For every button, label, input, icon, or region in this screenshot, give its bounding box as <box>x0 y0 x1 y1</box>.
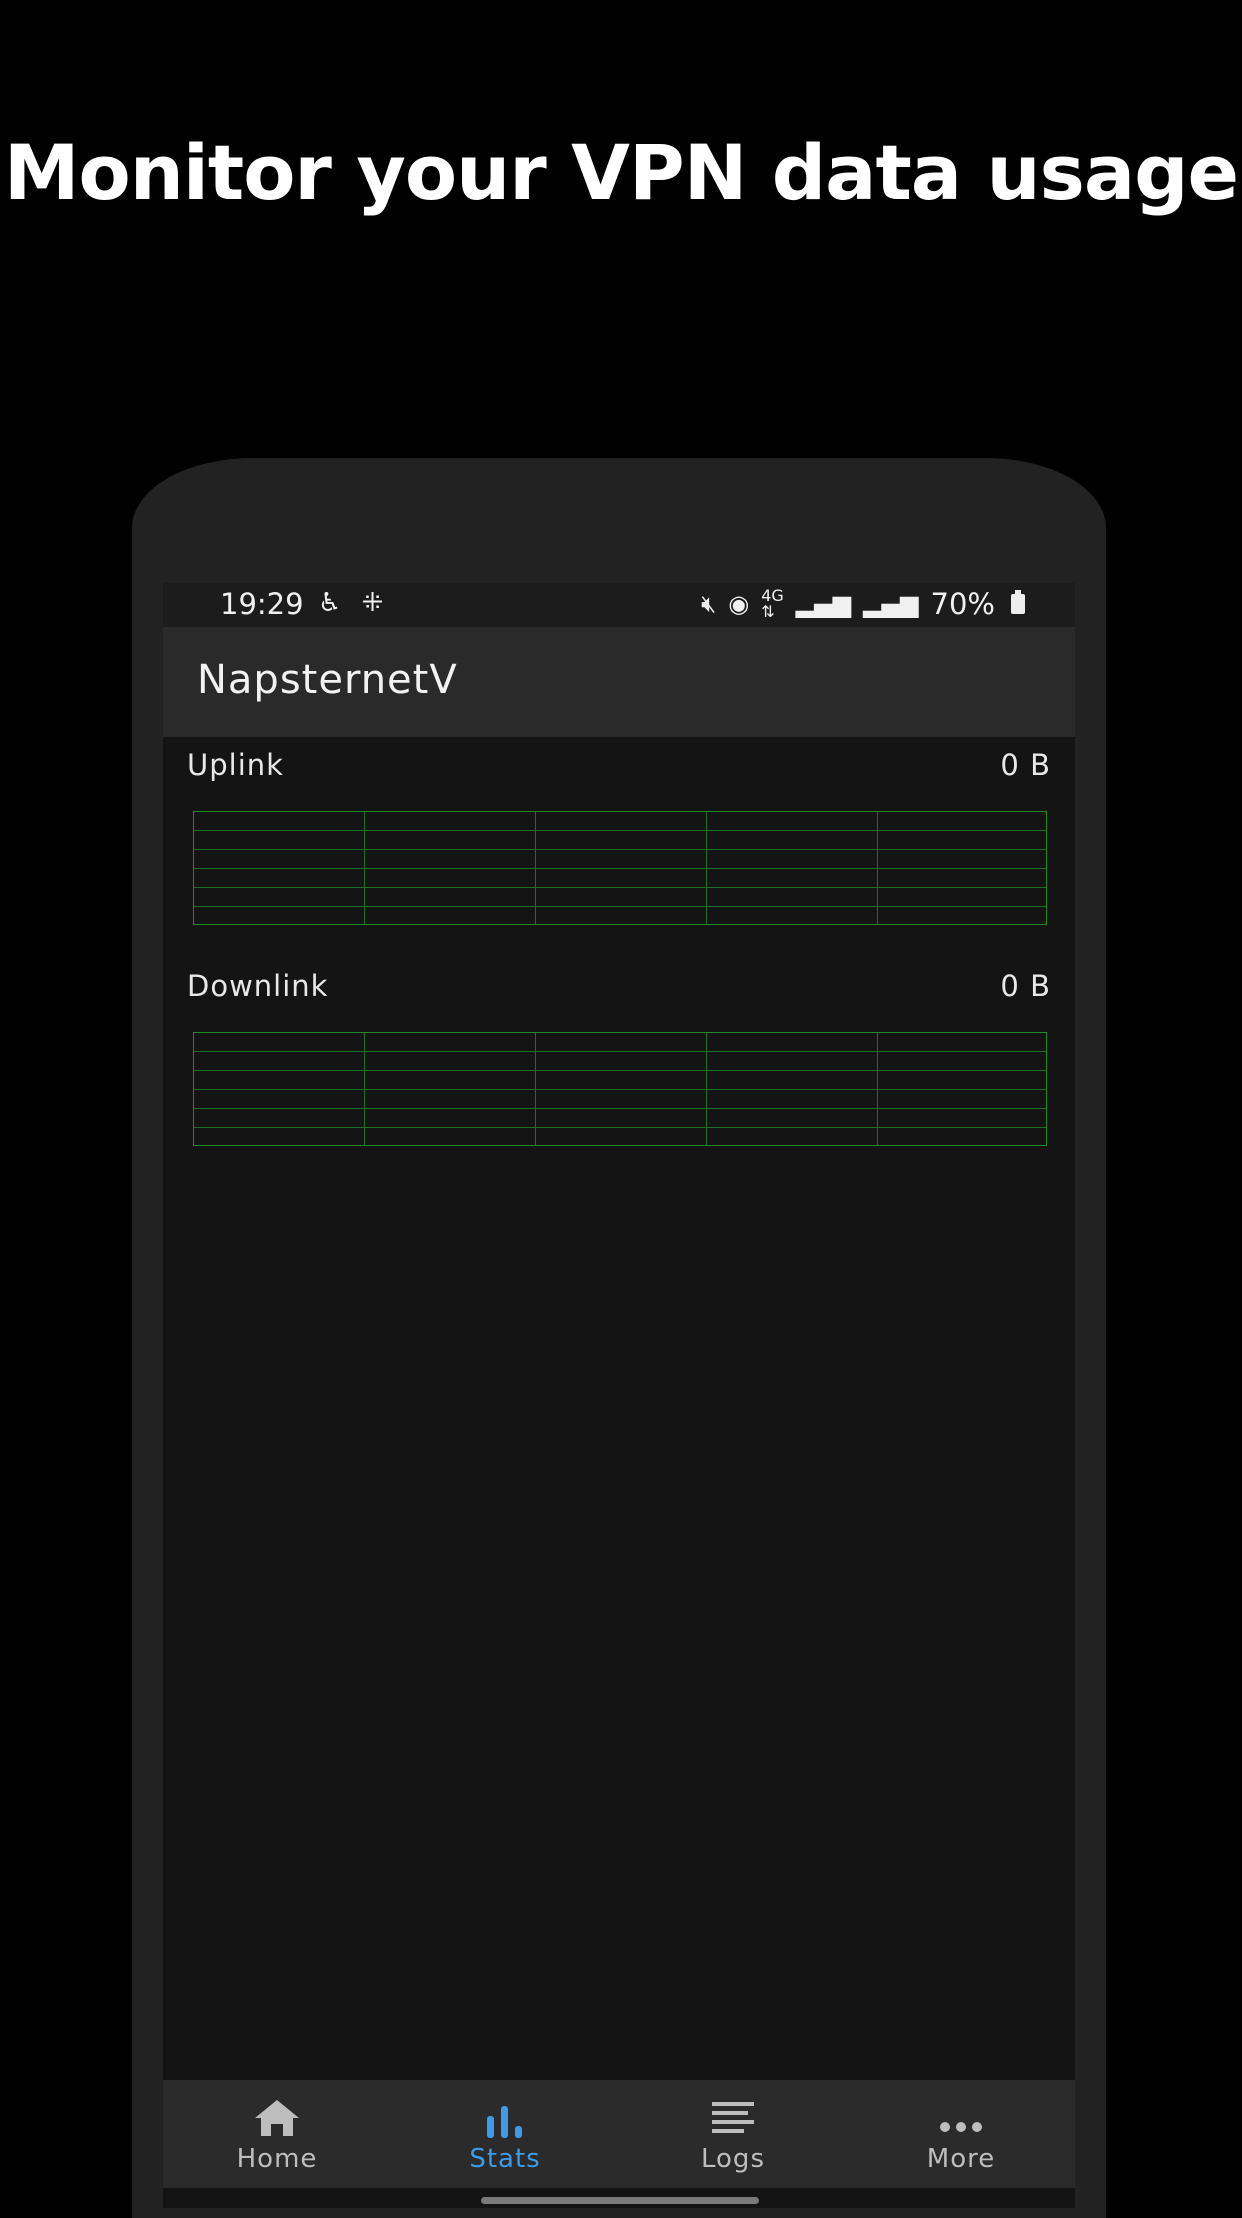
nav-more[interactable]: More <box>847 2080 1075 2188</box>
bottom-navigation: Home Stats Logs More <box>163 2080 1075 2188</box>
battery-icon <box>1011 590 1025 614</box>
mute-icon: 🔇︎ <box>701 590 717 618</box>
battery-percent: 70% <box>930 587 995 621</box>
downlink-label: Downlink <box>187 969 329 1003</box>
nav-stats-label: Stats <box>469 2144 541 2174</box>
downlink-graph <box>193 1032 1047 1146</box>
phone-screen: 19:29 ♿ ⁜ 🔇︎ ◉ 4G ⇅ ▂▄▆ ▂▄▆ 70% Napsterne… <box>163 583 1075 2208</box>
grid-icon: ⁜ <box>361 588 384 618</box>
uplink-value: 0 B <box>1000 748 1051 782</box>
home-indicator[interactable] <box>481 2197 759 2204</box>
promo-headline: Monitor your VPN data usage <box>3 128 1239 217</box>
lines-icon <box>619 2098 847 2138</box>
status-bar: 19:29 ♿ ⁜ 🔇︎ ◉ 4G ⇅ ▂▄▆ ▂▄▆ 70% <box>163 583 1075 627</box>
signal-icon: ▂▄▆ <box>863 590 919 618</box>
nav-more-label: More <box>926 2144 996 2174</box>
uplink-label: Uplink <box>187 748 284 782</box>
more-icon <box>847 2098 1075 2138</box>
app-bar: NapsternetV <box>163 627 1075 737</box>
hotspot-icon: ◉ <box>728 590 750 618</box>
bar-chart-icon <box>391 2098 619 2138</box>
status-time: 19:29 <box>220 587 304 621</box>
nav-home[interactable]: Home <box>163 2080 391 2188</box>
app-title: NapsternetV <box>197 657 458 703</box>
nav-home-label: Home <box>236 2144 318 2174</box>
signal-icon: ▂▄▆ <box>795 590 852 618</box>
accessibility-icon: ♿ <box>318 588 342 618</box>
nav-stats[interactable]: Stats <box>391 2080 619 2188</box>
nav-logs[interactable]: Logs <box>619 2080 847 2188</box>
status-right: 🔇︎ ◉ 4G ⇅ ▂▄▆ ▂▄▆ 70% <box>701 587 1025 621</box>
uplink-graph <box>193 811 1047 925</box>
nav-logs-label: Logs <box>701 2144 765 2174</box>
status-left-icons: ♿ ⁜ <box>318 588 395 618</box>
4g-icon: 4G ⇅ <box>761 586 784 621</box>
downlink-value: 0 B <box>1000 969 1051 1003</box>
home-icon <box>163 2098 391 2138</box>
